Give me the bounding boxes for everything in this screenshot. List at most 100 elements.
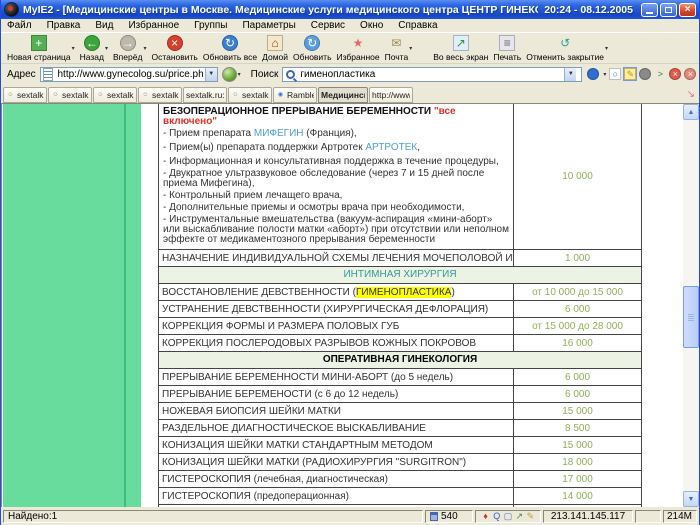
proxy-icon[interactable]: Q [492,511,501,522]
undo-close-button[interactable]: ↺Отменить закрытие▾ [524,35,610,62]
new-page-dropdown-caret[interactable]: ▾ [72,45,75,52]
forward-button[interactable]: →Вперёд▾ [111,35,148,62]
home-icon: ⌂ [267,35,283,51]
tab-8[interactable]: Медицински... [318,87,368,103]
browser-window: MyIE2 - [Медицинские центры в Москве. Ме… [0,0,700,525]
scroll-up-arrow-icon[interactable]: ▲ [683,104,699,120]
fullscreen-button[interactable]: ↗Во весь экран [431,35,490,62]
detail-line: - Информационная и консультативная подде… [163,157,509,167]
back-dropdown-caret[interactable]: ▾ [105,45,108,52]
close-search-icon[interactable]: × [684,68,696,80]
detail-line: - Контрольный прием лечащего врача, [163,191,509,201]
mail-button[interactable]: ✉Почта▾ [383,35,415,62]
status-trash-cell[interactable]: 540 [425,510,473,523]
chevron-icon[interactable]: > [654,68,666,80]
tab-4[interactable]: ☺sextalk.ru... [138,87,182,103]
page-left-panel [3,104,141,507]
address-combo: ▼ [40,67,218,82]
search-dropdown[interactable]: ▼ [564,68,576,81]
menu-item-2[interactable]: Правка [47,20,81,31]
print-label: Печать [493,52,521,62]
tab-1[interactable]: ☺sextalk.ru... [3,87,47,103]
text-segment: КОНИЗАЦИЯ ШЕЙКИ МАТКИ (РАДИОХИРУРГИЯ "SU… [162,457,466,468]
table-row-detail: БЕЗОПЕРАЦИОННОЕ ПРЕРЫВАНИЕ БЕРЕМЕННОСТИ … [159,104,641,250]
find-in-page-icon[interactable]: ○ [609,68,621,80]
menu-item-7[interactable]: Сервис [311,20,345,31]
table-row: ВОССТАНОВЛЕНИЕ ДЕВСТВЕННОСТИ (ГИМЕНОПЛАС… [159,284,641,301]
table-row: КОРРЕКЦИЯ ПОСЛЕРОДОВЫХ РАЗРЫВОВ КОЖНЫХ П… [159,335,641,352]
text-segment: КОНИЗАЦИЯ ШЕЙКИ МАТКИ СТАНДАРТНЫМ МЕТОДО… [162,440,433,451]
menu-item-4[interactable]: Избранное [128,20,179,31]
toolbar: +Новая страница▾←Назад▾→Вперёд▾×Останови… [1,32,699,63]
table-row: ПРЕРЫВАНИЕ БЕРЕМЕННОСТИ МИНИ-АБОРТ (до 5… [159,369,641,386]
search-input[interactable] [298,68,564,80]
stop-button[interactable]: ×Остановить [149,35,199,62]
address-dropdown[interactable]: ▼ [205,68,217,81]
tab-6[interactable]: ☺sextalk.ru... [228,87,272,103]
detail-line: - Дополнительные приемы и осмотры врача … [163,203,509,213]
refresh-button[interactable]: ↻Обновить [291,35,334,62]
table-row: ГИСТЕРОСКОПИЯ (лечебная, диагностическая… [159,471,641,488]
service-price: 6 000 [514,301,641,317]
tab-3[interactable]: ☺sextalk.ru... [93,87,137,103]
address-input[interactable] [55,68,204,80]
menu-item-3[interactable]: Вид [95,20,113,31]
service-price: 14 000 [514,488,641,504]
section-header-row: ИНТИМНАЯ ХИРУРГИЯ [159,267,641,284]
drug-link[interactable]: МИФЕГИН [254,128,304,139]
back-button[interactable]: ←Назад▾ [78,35,110,62]
edit-icon[interactable]: ✎ [526,511,535,522]
menu-item-8[interactable]: Окно [360,20,383,31]
tab-2[interactable]: ☺sextalk.ru... [48,87,92,103]
close-button[interactable]: × [679,3,696,17]
status-plugins-cell: ♦Q▢↗✎ [475,510,541,523]
clear-highlight-icon[interactable]: × [669,68,681,80]
print-button[interactable]: ≡Печать [491,35,523,62]
vertical-scrollbar[interactable]: ▲ ▼ [683,104,699,507]
web-service-icon[interactable] [639,68,651,80]
restore-button[interactable] [660,3,677,17]
menu-item-9[interactable]: Справка [398,20,437,31]
tab-9[interactable]: http://www.d... [369,87,413,103]
service-name: РАЗДЕЛЬНОЕ ДИАГНОСТИЧЕСКОЕ ВЫСКАБЛИВАНИЕ [159,420,514,436]
text-segment: - Прием(ы) препарата поддержки Артротек [163,142,365,153]
service-price: от 15 000 до 28 000 [514,318,641,334]
ad-filter-icon[interactable]: ♦ [481,511,490,522]
undo-close-dropdown-caret[interactable]: ▾ [605,45,608,52]
window-title: MyIE2 - [Медицинские центры в Москве. Ме… [23,4,538,16]
favorites-button[interactable]: ★Избранное [335,35,382,62]
tab-7[interactable]: ◉Rambler: '... [273,87,317,103]
service-price: от 10 000 до 15 000 [514,284,641,300]
external-icon[interactable]: ↗ [515,511,524,522]
table-row: ГИСТЕРОСКОПИЯ (предоперационная)14 000 [159,488,641,505]
engine-dropdown-caret[interactable]: ▾ [603,71,606,78]
mail-dropdown-caret[interactable]: ▾ [409,45,412,52]
fullscreen-label: Во весь экран [433,52,488,62]
service-name: НАЗНАЧЕНИЕ ИНДИВИДУАЛЬНОЙ СХЕМЫ ЛЕЧЕНИЯ … [159,250,514,266]
text-segment: - Инструментальные вмешательства (вакуум… [163,214,509,245]
tab-label: sextalk.ru... [62,90,89,100]
minimize-button[interactable] [641,3,658,17]
new-page-button[interactable]: +Новая страница▾ [5,35,77,62]
engine-globe-icon[interactable] [587,68,599,80]
go-button[interactable] [222,67,237,82]
scroll-down-arrow-icon[interactable]: ▼ [683,491,699,507]
service-name: НОЖЕВАЯ БИОПСИЯ ШЕЙКИ МАТКИ [159,403,514,419]
refresh-all-button[interactable]: ↻Обновить все [201,35,259,62]
menu-item-1[interactable]: Файл [7,20,32,31]
tab-5[interactable]: sextalk.ru: де... [183,87,227,103]
forward-dropdown-caret[interactable]: ▾ [143,45,146,52]
service-price: 6 000 [514,369,641,385]
cascade-icon[interactable]: ▢ [503,511,512,522]
print-icon: ≡ [499,35,515,51]
drug-link[interactable]: АРТРОТЕК [365,142,417,153]
menu-item-6[interactable]: Параметры [242,20,295,31]
go-dropdown-caret[interactable]: ▾ [238,71,241,78]
tabbar-scroll-icon[interactable]: ↘ [687,89,695,100]
home-button[interactable]: ⌂Домой [260,35,290,62]
scrollbar-thumb[interactable] [683,286,699,348]
highlight-icon[interactable]: ✎ [624,68,636,80]
menu-item-5[interactable]: Группы [194,20,227,31]
text-segment: КОРРЕКЦИЯ ФОРМЫ И РАЗМЕРА ПОЛОВЫХ ГУБ [162,321,399,332]
text-segment: ГИСТЕРОСКОПИЯ (лечебная, диагностическая… [162,474,388,485]
